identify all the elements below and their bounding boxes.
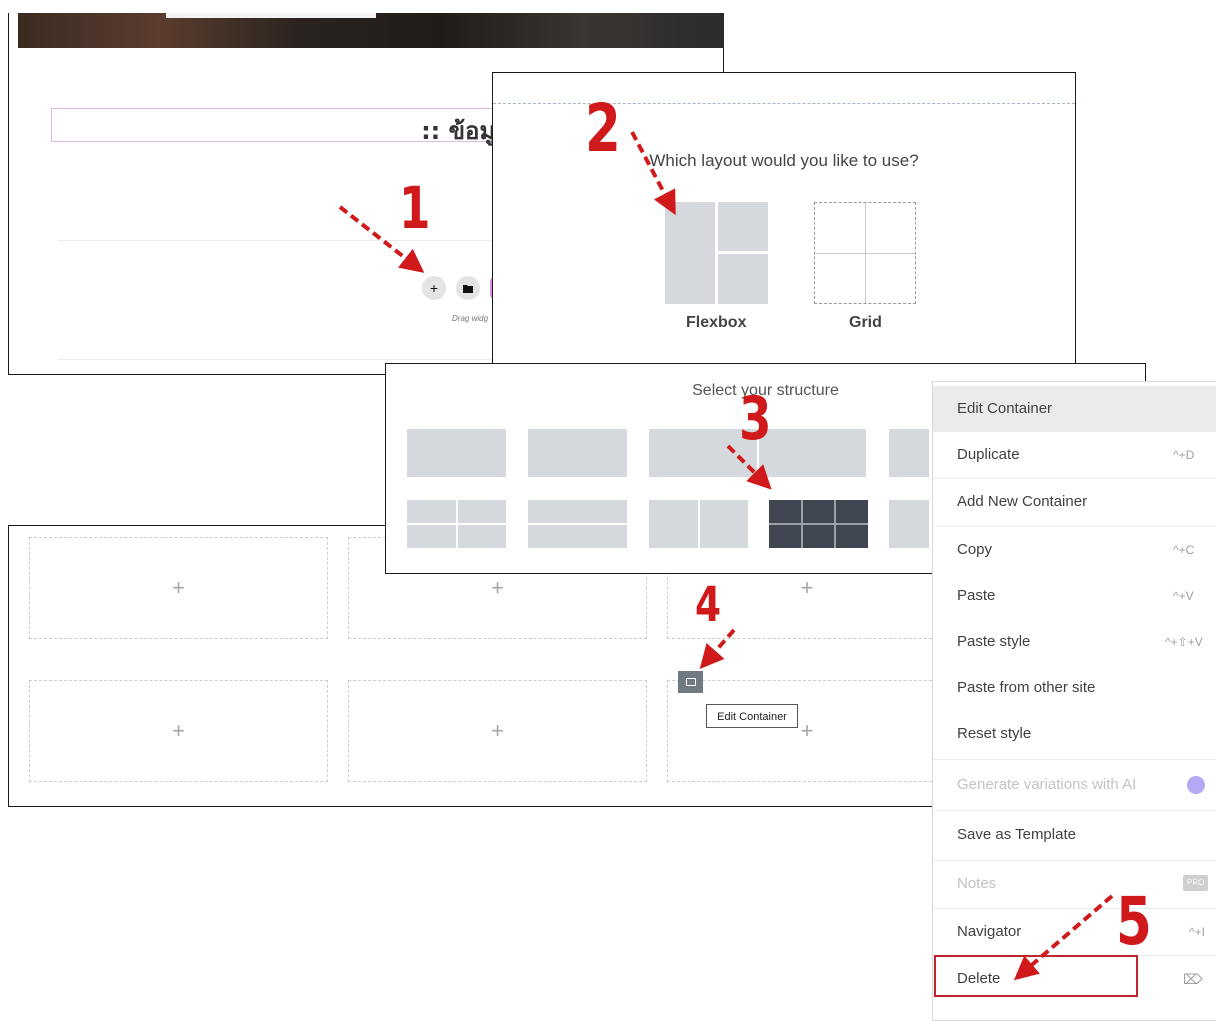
menu-item-label: Duplicate [957,446,1020,463]
menu-shortcut: ^+V [1173,589,1194,603]
menu-shortcut: ^+C [1173,543,1195,557]
menu-item-label: Notes [957,875,997,892]
delete-highlight-box [934,955,1138,997]
container-cell[interactable]: + [29,680,328,782]
layout-dialog: Which layout would you like to use? Flex… [492,72,1076,373]
photo-caption-bar [166,13,376,18]
edit-container-handle[interactable] [678,671,703,693]
menu-shortcut: ^+D [1173,448,1195,462]
menu-item-copy[interactable]: Copy ^+C [933,527,1216,573]
drag-widget-hint: Drag widg [452,314,489,323]
menu-shortcut: ^+⇧+V [1165,635,1203,649]
step-number-2: 2 [585,90,621,167]
add-widget-icon[interactable]: + [349,575,646,601]
flexbox-label: Flexbox [686,314,747,331]
menu-item-label: Copy [957,541,993,558]
flexbox-preview-left [665,202,715,304]
step-number-5: 5 [1116,883,1152,960]
menu-item-navigator[interactable]: Navigator ^+I [933,909,1216,955]
container-outline [493,103,1075,104]
structure-divider [769,523,868,525]
menu-item-paste[interactable]: Paste ^+V [933,573,1216,619]
menu-item-notes[interactable]: Notes PRO [933,861,1216,907]
step-number-4: 4 [695,577,722,633]
menu-item-add-new-container[interactable]: Add New Container [933,479,1216,525]
menu-item-label: Save as Template [957,826,1076,843]
menu-item-label: Reset style [957,725,1032,742]
structure-option[interactable] [889,500,929,548]
container-icon [686,678,696,686]
menu-item-label: Add New Container [957,493,1088,510]
context-menu: Edit Container Duplicate ^+D Add New Cont… [932,381,1216,1021]
structure-option[interactable] [649,500,748,548]
flexbox-preview-top-right [718,202,768,251]
container-cell[interactable]: + [348,680,647,782]
step-number-3: 3 [739,384,772,454]
empty-container[interactable] [58,240,558,360]
grid-option[interactable] [814,202,916,304]
structure-option-selected[interactable] [769,500,868,548]
structure-option[interactable] [407,429,506,477]
delete-key-icon: ⌦ [1183,971,1203,987]
header-photo [18,13,724,48]
menu-item-reset-style[interactable]: Reset style [933,711,1216,757]
structure-divider [698,500,700,548]
menu-item-label: Paste style [957,633,1031,650]
menu-item-duplicate[interactable]: Duplicate ^+D [933,432,1216,478]
grid-label: Grid [849,314,882,331]
menu-item-paste-from-other-site[interactable]: Paste from other site [933,665,1216,711]
container-cell[interactable]: + [29,537,328,639]
menu-item-label: Generate variations with AI [957,776,1137,793]
flexbox-preview-bottom-right [718,254,768,304]
flexbox-option[interactable] [665,202,768,304]
pro-badge: PRO [1183,875,1209,891]
menu-separator [933,810,1216,811]
menu-item-generate-variations[interactable]: Generate variations with AI [933,762,1216,808]
menu-item-label: Paste from other site [957,679,1096,696]
structure-option[interactable] [528,429,627,477]
menu-item-label: Navigator [957,923,1022,940]
add-widget-icon[interactable]: + [30,575,327,601]
edit-container-tooltip: Edit Container [706,704,798,728]
add-widget-icon[interactable]: + [349,718,646,744]
template-library-button[interactable] [456,276,480,300]
grid-preview-hline [815,253,915,254]
plus-icon: + [429,280,439,296]
structure-divider [407,523,506,525]
structure-option[interactable] [407,500,506,548]
menu-item-save-as-template[interactable]: Save as Template [933,812,1216,858]
structure-option[interactable] [528,500,627,548]
menu-item-label: Edit Container [957,400,1053,417]
structure-option[interactable] [889,429,929,477]
add-container-button[interactable]: + [422,276,446,300]
menu-item-label: Paste [957,587,996,604]
layout-question: Which layout would you like to use? [649,151,919,170]
add-widget-icon[interactable]: + [30,718,327,744]
structure-divider [528,523,627,525]
folder-icon [463,285,473,293]
container-cell[interactable]: + [667,680,947,782]
ai-sparkle-icon [1187,776,1205,794]
menu-item-paste-style[interactable]: Paste style ^+⇧+V [933,619,1216,665]
menu-shortcut: ^+I [1189,925,1205,939]
step-number-1: 1 [399,174,431,242]
menu-separator [933,759,1216,760]
menu-item-edit-container[interactable]: Edit Container [933,386,1216,432]
